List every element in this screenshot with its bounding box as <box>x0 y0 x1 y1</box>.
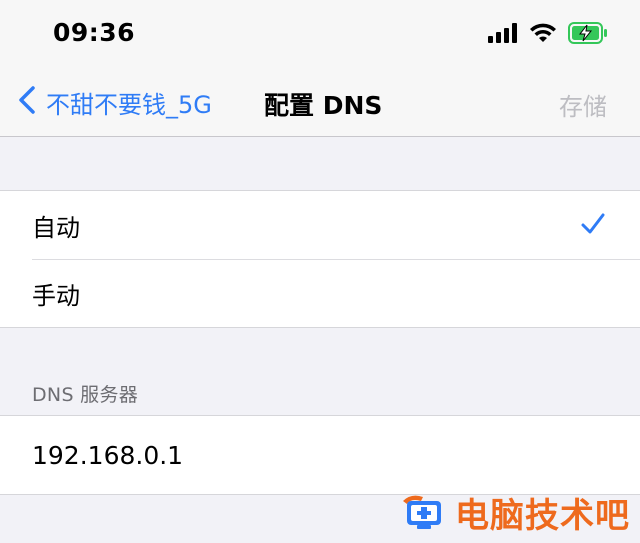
option-label: 手动 <box>32 281 80 310</box>
option-label: 自动 <box>32 213 80 242</box>
status-icons <box>488 22 608 48</box>
status-time: 09:36 <box>53 18 136 47</box>
section-header-dns-servers: DNS 服务器 <box>32 384 139 406</box>
dns-server-address: 192.168.0.1 <box>32 440 184 470</box>
checkmark-icon <box>580 211 606 241</box>
chevron-left-icon <box>18 85 36 119</box>
save-button[interactable]: 存储 <box>559 87 607 122</box>
page-title: 配置 DNS <box>264 91 383 120</box>
option-manual[interactable]: 手动 <box>0 259 640 327</box>
dns-server-row[interactable]: 192.168.0.1 <box>0 416 640 494</box>
screen: 09:36 不甜不要钱_5G 配置 DNS 存储 自动 手动 DNS 服务器 1… <box>0 0 640 543</box>
status-bar: 09:36 <box>0 0 640 70</box>
wifi-icon <box>530 23 556 47</box>
battery-charging-icon <box>568 22 608 48</box>
watermark-text: 电脑技术吧 <box>455 496 630 536</box>
dns-servers-group: 192.168.0.1 <box>0 415 640 495</box>
option-automatic[interactable]: 自动 <box>0 191 640 259</box>
dns-mode-group: 自动 手动 <box>0 190 640 328</box>
navigation-bar: 不甜不要钱_5G 配置 DNS 存储 <box>0 70 640 137</box>
watermark: 电脑技术吧 <box>399 488 630 537</box>
back-button[interactable]: 不甜不要钱_5G <box>18 84 212 120</box>
back-button-label: 不甜不要钱_5G <box>46 90 212 119</box>
cellular-signal-icon <box>488 23 518 47</box>
computer-logo-icon <box>399 491 449 535</box>
